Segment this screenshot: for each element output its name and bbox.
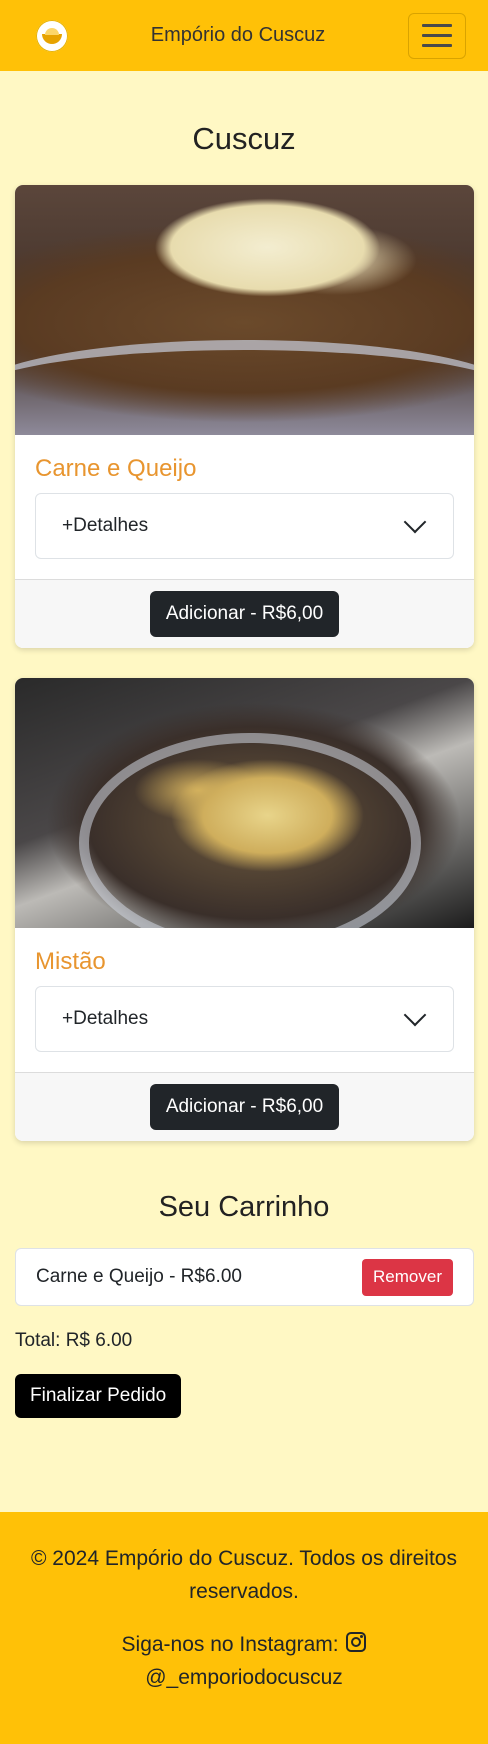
product-title: Carne e Queijo <box>35 455 197 482</box>
navbar: Empório do Cuscuz <box>0 0 488 71</box>
instagram-line: Siga-nos no Instagram: @_emporiodocuscuz <box>16 1628 472 1694</box>
footer: © 2024 Empório do Cuscuz. Todos os direi… <box>0 1512 488 1744</box>
instagram-prefix: Siga-nos no Instagram: <box>121 1633 339 1656</box>
product-card: Mistão +Detalhes Adicionar - R$6,00 <box>15 678 474 1141</box>
cart-item: Carne e Queijo - R$6.00 Remover <box>15 1248 474 1306</box>
remove-item-button[interactable]: Remover <box>362 1258 453 1296</box>
copyright-text: © 2024 Empório do Cuscuz. Todos os direi… <box>31 1547 457 1603</box>
add-to-cart-button[interactable]: Adicionar - R$6,00 <box>149 1084 340 1130</box>
instagram-icon[interactable] <box>346 1632 367 1652</box>
product-card: Carne e Queijo +Detalhes Adicionar - R$6… <box>15 185 474 648</box>
chevron-down-icon <box>403 510 427 534</box>
cuscuz-bowl-logo-icon[interactable] <box>36 19 68 52</box>
hamburger-menu-button[interactable] <box>408 12 466 59</box>
checkout-button[interactable]: Finalizar Pedido <box>15 1374 182 1418</box>
cart-total: Total: R$ 6.00 <box>15 1330 133 1351</box>
menu-section-title: Cuscuz <box>192 121 296 156</box>
details-accordion-toggle[interactable]: +Detalhes <box>35 493 454 559</box>
brand-name[interactable]: Empório do Cuscuz <box>151 24 326 47</box>
hamburger-menu-icon <box>422 24 452 27</box>
product-title: Mistão <box>35 948 106 975</box>
details-label: +Detalhes <box>62 1008 149 1029</box>
product-image <box>15 185 474 435</box>
details-label: +Detalhes <box>62 515 149 536</box>
cart-title: Seu Carrinho <box>158 1191 330 1223</box>
product-image <box>15 678 474 928</box>
instagram-handle-link[interactable]: @_emporiodocuscuz <box>145 1666 343 1689</box>
chevron-down-icon <box>403 1003 427 1027</box>
add-to-cart-button[interactable]: Adicionar - R$6,00 <box>149 591 340 637</box>
details-accordion-toggle[interactable]: +Detalhes <box>35 986 454 1052</box>
cart-item-label: Carne e Queijo - R$6.00 <box>36 1266 242 1287</box>
